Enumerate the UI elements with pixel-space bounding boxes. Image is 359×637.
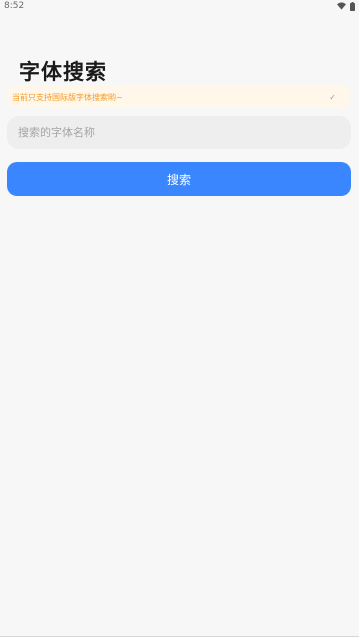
search-field[interactable] [7, 116, 351, 149]
notice-bar: 当前只支持国际版字体搜索哟~ ✓ [8, 86, 350, 108]
search-button[interactable]: 搜索 [7, 162, 351, 196]
notice-text: 当前只支持国际版字体搜索哟~ [12, 92, 123, 102]
status-time: 8:52 [4, 1, 25, 11]
font-search-screen: 8:52 字体搜索 当前只支持国际版字体搜索哟~ ✓ 搜索 [0, 0, 359, 637]
page-title: 字体搜索 [19, 60, 107, 84]
search-input[interactable] [18, 116, 351, 149]
battery-icon [350, 1, 355, 11]
wifi-icon [337, 2, 346, 10]
status-bar: 8:52 [0, 0, 359, 12]
check-icon[interactable]: ✓ [329, 93, 336, 102]
status-icons [337, 1, 355, 11]
